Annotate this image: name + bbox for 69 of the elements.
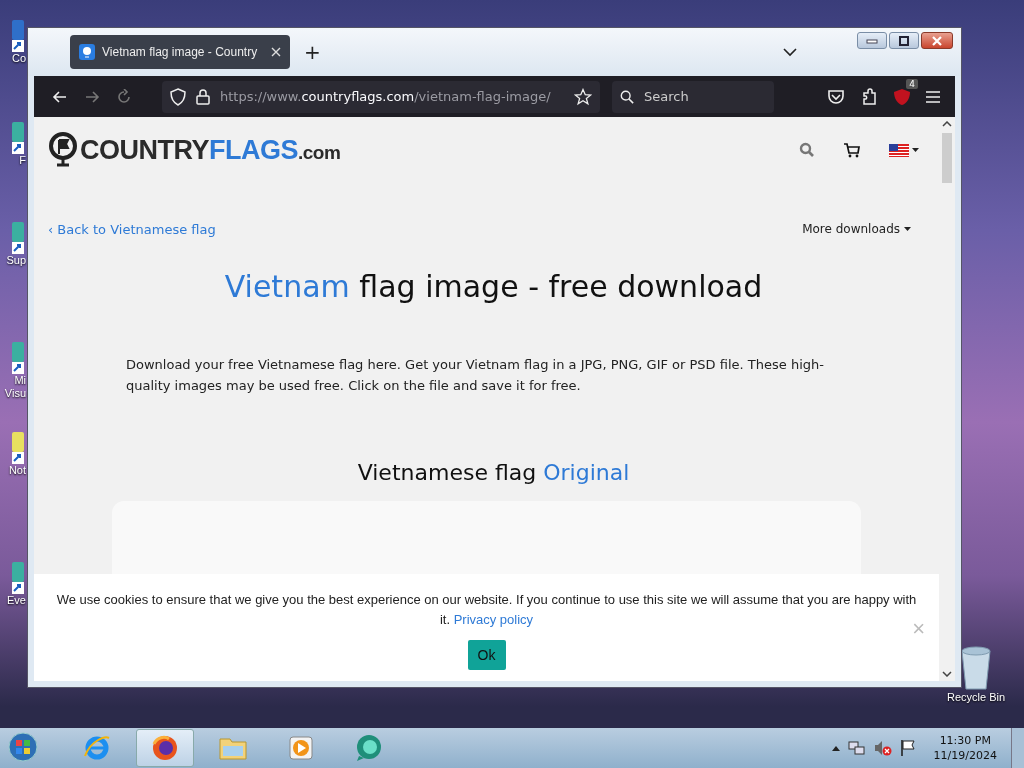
minimize-icon <box>866 37 878 44</box>
browser-e-icon <box>83 734 111 762</box>
desktop-icon-label: Eve <box>7 594 26 607</box>
muted-speaker-icon[interactable] <box>873 739 892 757</box>
puzzle-piece-icon[interactable] <box>861 87 879 106</box>
search-bar[interactable]: Search <box>612 80 774 113</box>
browser-tab[interactable]: Vietnam flag image - Country <box>70 35 290 69</box>
new-tab-button[interactable]: + <box>300 40 325 64</box>
globe-flag-icon <box>79 44 95 60</box>
caret-icon <box>904 226 911 232</box>
more-downloads-dropdown[interactable]: More downloads <box>796 221 917 237</box>
speech-bubble-icon <box>354 734 384 762</box>
intro-paragraph: Download your free Vietnamese flag here. Get your Vietnam flag in a JPG, PNG, GIF or PSD file. These high-quality images may be used free. Click on the file and save it for free. <box>126 356 825 395</box>
back-arrow-icon[interactable] <box>52 88 68 105</box>
folder-icon <box>218 735 248 761</box>
desktop-icon-label: Not <box>8 464 26 477</box>
padlock-icon[interactable] <box>196 88 210 105</box>
close-button[interactable] <box>921 32 953 49</box>
shield-extension-icon[interactable] <box>893 87 911 106</box>
clock-date: 11/19/2024 <box>933 748 997 763</box>
close-icon <box>931 35 943 46</box>
us-flag-icon <box>889 143 909 157</box>
search-input[interactable]: Search <box>642 88 766 105</box>
shield-icon[interactable] <box>170 87 186 106</box>
globe-flag-icon <box>48 132 78 168</box>
shortcut-icon[interactable] <box>12 220 24 254</box>
clock-time: 11:30 PM <box>939 733 991 748</box>
taskbar-clock[interactable]: 11:30 PM 11/19/2024 <box>933 733 997 763</box>
close-icon[interactable] <box>271 47 281 57</box>
back-link[interactable]: ‹ Back to Vietnamese flag <box>48 221 216 237</box>
network-icon[interactable] <box>847 739 866 757</box>
restore-button[interactable] <box>889 32 919 49</box>
search-icon[interactable] <box>799 142 815 158</box>
shortcut-icon[interactable] <box>12 18 24 52</box>
taskbar-app-button[interactable] <box>136 729 194 767</box>
shortcut-icon[interactable] <box>12 560 24 594</box>
search-icon <box>620 88 634 105</box>
chevron-down-icon[interactable] <box>783 47 797 57</box>
shortcut-icon[interactable] <box>12 340 24 374</box>
desktop-icon-label: Mi Visu <box>3 374 26 400</box>
play-icon <box>288 735 314 761</box>
address-bar[interactable]: https://www.countryflags.com/vietnam-flag-image/ <box>162 80 600 113</box>
desktop-icon-label: Sup <box>6 254 26 267</box>
menu-icon[interactable] <box>925 89 941 104</box>
caret-icon <box>912 147 919 153</box>
desktop-icon-label: F <box>19 154 26 167</box>
windows-logo-icon <box>8 731 38 762</box>
fox-globe-icon <box>151 734 179 762</box>
language-selector[interactable] <box>889 143 919 157</box>
ok-button[interactable]: Ok <box>467 640 506 670</box>
reload-icon[interactable] <box>116 88 132 105</box>
desktop-icon-label: Recycle Bin <box>946 691 1006 704</box>
forward-arrow-icon[interactable] <box>84 88 100 105</box>
cart-icon[interactable] <box>843 142 861 158</box>
star-icon[interactable] <box>574 87 592 106</box>
scrollbar-thumb[interactable] <box>942 133 952 183</box>
site-logo[interactable]: COUNTRYFLAGS.com <box>48 132 341 168</box>
privacy-policy-link[interactable]: Privacy policy <box>453 612 534 627</box>
flag-icon[interactable] <box>899 739 916 757</box>
shortcut-icon[interactable] <box>12 120 24 154</box>
pocket-icon[interactable] <box>827 88 845 105</box>
section-heading: Vietnamese flag Original <box>356 460 631 485</box>
show-hidden-icons-arrow-icon[interactable] <box>831 745 840 751</box>
restore-icon <box>898 35 910 46</box>
shortcut-icon[interactable] <box>12 430 24 464</box>
url-text: https://www.countryflags.com/vietnam-flag-image/ <box>220 89 551 104</box>
page-heading: Vietnam flag image - free download <box>223 269 764 304</box>
extension-badge: 4 <box>906 78 918 89</box>
desktop-icon-label: Co <box>11 52 26 65</box>
